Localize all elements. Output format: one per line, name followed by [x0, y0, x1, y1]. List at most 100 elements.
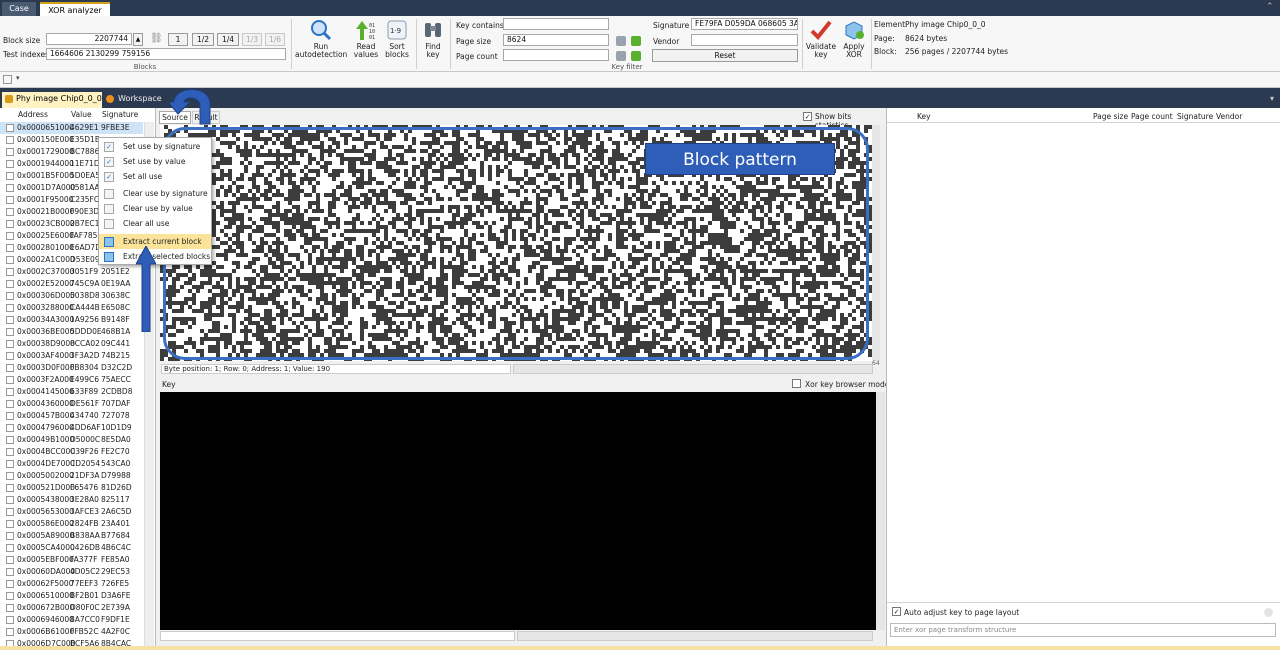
- vendor-input[interactable]: [691, 34, 798, 46]
- fraction-button-third[interactable]: 1/3: [242, 33, 262, 46]
- list-item[interactable]: 0x000672B000 D80F0C 2E739A: [0, 602, 143, 614]
- pattern-hscrollbar[interactable]: [513, 364, 873, 374]
- row-checkbox[interactable]: [6, 556, 14, 564]
- list-item[interactable]: 0x000521D000 F65476 81D26D: [0, 482, 143, 494]
- list-item[interactable]: 0x0000651000 4629E1 9FBE3E: [0, 122, 143, 134]
- row-checkbox[interactable]: [6, 280, 14, 288]
- page-size-input[interactable]: 8624: [503, 34, 609, 46]
- row-checkbox[interactable]: [6, 376, 14, 384]
- list-item[interactable]: 0x0006B61000 FFB52C 4A2F0C: [0, 626, 143, 638]
- run-autodetection-button[interactable]: Run autodetection: [295, 19, 347, 59]
- menu-clear-use-by-value[interactable]: Clear use by value: [99, 201, 211, 216]
- doc-tab-phy-image[interactable]: Phy image Chip0_0_0 ✕: [2, 92, 114, 108]
- row-checkbox[interactable]: [6, 568, 14, 576]
- list-item[interactable]: 0x0004360000 DE561F 707DAF: [0, 398, 143, 410]
- list-item[interactable]: 0x00036BE000 5DDD0E 468B1A: [0, 326, 143, 338]
- row-checkbox[interactable]: [6, 232, 14, 240]
- row-checkbox[interactable]: [6, 184, 14, 192]
- row-checkbox[interactable]: [6, 328, 14, 336]
- list-item[interactable]: 0x0005EBF000 FA377F FE85A0: [0, 554, 143, 566]
- read-values-button[interactable]: 01 10 01 Read values: [352, 19, 380, 59]
- list-item[interactable]: 0x0006510000 BF2B01 D3A6FE: [0, 590, 143, 602]
- list-item[interactable]: 0x000586E000 2824FB 23A401: [0, 518, 143, 530]
- row-checkbox[interactable]: [6, 448, 14, 456]
- key-view[interactable]: [160, 392, 876, 630]
- row-checkbox[interactable]: [6, 592, 14, 600]
- quick-access-icon[interactable]: [3, 75, 12, 84]
- fraction-button-1[interactable]: 1: [168, 33, 188, 46]
- test-indexes-input[interactable]: 1664606 2130299 759156: [46, 48, 286, 60]
- menu-clear-use-by-signature[interactable]: Clear use by signature: [99, 186, 211, 201]
- row-checkbox[interactable]: [6, 604, 14, 612]
- chevron-down-icon[interactable]: ▾: [16, 74, 20, 82]
- gear-icon[interactable]: [616, 36, 626, 46]
- list-item[interactable]: 0x00038D9000 8CCA02 09C441: [0, 338, 143, 350]
- list-item[interactable]: 0x00034A3000 1A9256 B9148F: [0, 314, 143, 326]
- list-item[interactable]: 0x00060DA000 4D05C2 29EC53: [0, 566, 143, 578]
- block-size-spinner[interactable]: ▲: [133, 33, 143, 46]
- row-checkbox[interactable]: [6, 412, 14, 420]
- row-checkbox[interactable]: [6, 124, 14, 132]
- list-item[interactable]: 0x0005CA4000 0426DB 4B6C4C: [0, 542, 143, 554]
- list-item[interactable]: 0x0002C37000 3051F9 2051E2: [0, 266, 143, 278]
- list-item[interactable]: 0x0003D0F000 FB8304 D32C2D: [0, 362, 143, 374]
- row-checkbox[interactable]: [6, 388, 14, 396]
- row-checkbox[interactable]: [6, 160, 14, 168]
- chevron-down-icon[interactable]: ▾: [1270, 94, 1274, 103]
- row-checkbox[interactable]: [6, 340, 14, 348]
- list-item[interactable]: 0x0005A89000 B838AA B77684: [0, 530, 143, 542]
- row-checkbox[interactable]: [6, 400, 14, 408]
- info-icon[interactable]: [1264, 608, 1273, 617]
- sort-blocks-button[interactable]: 1·9 Sort blocks: [383, 19, 411, 59]
- row-checkbox[interactable]: [6, 628, 14, 636]
- menu-clear-all-use[interactable]: Clear all use: [99, 216, 211, 231]
- page-count-input[interactable]: [503, 49, 609, 61]
- row-checkbox[interactable]: [6, 136, 14, 144]
- row-checkbox[interactable]: [6, 424, 14, 432]
- show-bits-checkbox[interactable]: ✓: [803, 112, 812, 121]
- find-key-button[interactable]: Find key: [420, 19, 446, 59]
- tab-xor-analyzer[interactable]: XOR analyzer: [40, 2, 110, 16]
- window-control-icon[interactable]: ⌃: [1266, 3, 1274, 12]
- row-checkbox[interactable]: [6, 616, 14, 624]
- fraction-button-half[interactable]: 1/2: [192, 33, 214, 46]
- row-checkbox[interactable]: [6, 292, 14, 300]
- row-checkbox[interactable]: [6, 208, 14, 216]
- list-item[interactable]: 0x0004145000 633F89 2CDBD8: [0, 386, 143, 398]
- row-checkbox[interactable]: [6, 268, 14, 276]
- list-item[interactable]: 0x0004DE7000 CD2054 543CA0: [0, 458, 143, 470]
- menu-set-use-by-value[interactable]: ✓ Set use by value: [99, 154, 211, 169]
- key-vscrollbar[interactable]: [876, 392, 885, 630]
- apply-filter-icon[interactable]: [631, 36, 641, 46]
- row-checkbox[interactable]: [6, 364, 14, 372]
- block-size-input[interactable]: 2207744: [46, 33, 132, 45]
- row-checkbox[interactable]: [6, 496, 14, 504]
- transform-structure-input[interactable]: Enter xor page transform structure: [890, 623, 1276, 637]
- gear-icon[interactable]: [616, 51, 626, 61]
- column-header-page-count[interactable]: Page count: [1131, 112, 1173, 121]
- row-checkbox[interactable]: [6, 484, 14, 492]
- row-checkbox[interactable]: [6, 508, 14, 516]
- row-checkbox[interactable]: [6, 220, 14, 228]
- link-icon[interactable]: ⛓: [150, 33, 163, 45]
- column-header-signature[interactable]: Signature: [102, 110, 138, 120]
- row-checkbox[interactable]: [6, 256, 14, 264]
- fraction-button-quarter[interactable]: 1/4: [217, 33, 239, 46]
- signature-input[interactable]: FE79FA D059DA 068605 3A41A: [691, 18, 798, 30]
- list-item[interactable]: 0x0005653000 3AFCE3 2A6C5D: [0, 506, 143, 518]
- auto-adjust-checkbox[interactable]: ✓: [892, 607, 901, 616]
- list-item[interactable]: 0x000306D000 5038D8 30638C: [0, 290, 143, 302]
- row-checkbox[interactable]: [6, 436, 14, 444]
- row-checkbox[interactable]: [6, 172, 14, 180]
- row-checkbox[interactable]: [6, 580, 14, 588]
- menu-set-use-by-signature[interactable]: ✓ Set use by signature: [99, 139, 211, 154]
- xor-browser-checkbox[interactable]: [792, 379, 801, 388]
- list-item[interactable]: 0x0003AF4000 3F3A2D 74B215: [0, 350, 143, 362]
- validate-key-button[interactable]: Validate key: [805, 19, 837, 59]
- fraction-button-sixth[interactable]: 1/6: [265, 33, 285, 46]
- reset-button[interactable]: Reset: [652, 49, 798, 62]
- row-checkbox[interactable]: [6, 196, 14, 204]
- list-item[interactable]: 0x0004BCC000 C39F26 FE2C70: [0, 446, 143, 458]
- column-header-key[interactable]: Key: [917, 112, 931, 121]
- menu-set-all-use[interactable]: ✓ Set all use: [99, 169, 211, 184]
